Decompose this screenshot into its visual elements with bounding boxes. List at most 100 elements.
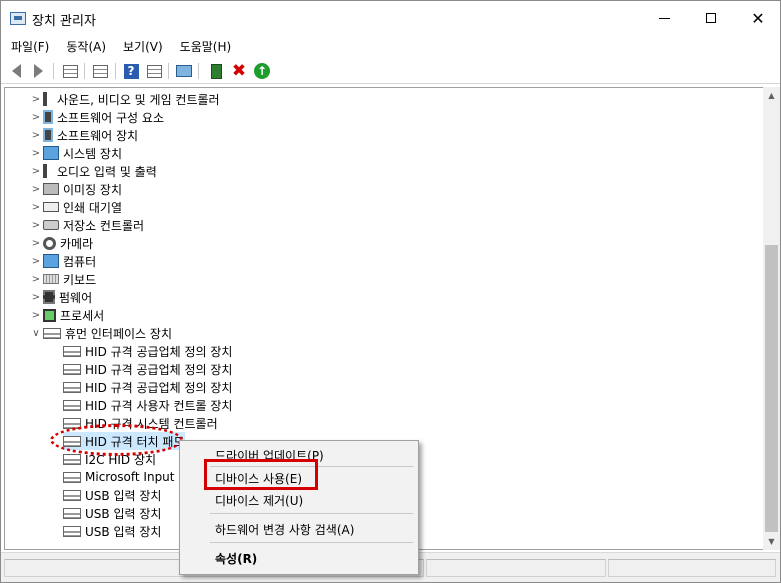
device-label: Microsoft Input C: [85, 470, 187, 484]
category-label: 휴먼 인터페이스 장치: [65, 326, 172, 341]
chevron-right-icon[interactable]: >: [29, 112, 43, 123]
menu-uninstall-device[interactable]: 디바이스 제거(U): [215, 492, 303, 509]
tree-category[interactable]: > 소프트웨어 구성 요소: [29, 108, 164, 126]
category-label: 인쇄 대기열: [63, 200, 123, 215]
tree-device[interactable]: HID 규격 공급업체 정의 장치: [63, 378, 232, 396]
tree-category[interactable]: > 이미징 장치: [29, 180, 122, 198]
menu-help[interactable]: 도움말(H): [170, 35, 239, 57]
hid-icon: [63, 507, 81, 519]
computer-icon: [43, 254, 59, 268]
chevron-right-icon[interactable]: >: [29, 184, 43, 195]
tree-category[interactable]: > 컴퓨터: [29, 252, 96, 270]
tree-device[interactable]: USB 입력 장치: [63, 522, 161, 540]
device-manager-window: 장치 관리자 ✕ 파일(F) 동작(A) 보기(V) 도움말(H) ? ✖ ↑ …: [0, 0, 781, 583]
status-segment: [426, 559, 606, 577]
close-icon: ✕: [751, 8, 765, 28]
hid-icon: [63, 363, 81, 375]
properties-button[interactable]: [61, 62, 79, 80]
uninstall-button[interactable]: ✖: [230, 62, 248, 80]
tree-category[interactable]: > 소프트웨어 장치: [29, 126, 138, 144]
hid-icon: [63, 399, 81, 411]
storage-controller-icon: [43, 220, 59, 230]
menu-scan-hardware[interactable]: 하드웨어 변경 사항 검색(A): [215, 521, 354, 538]
maximize-button[interactable]: [688, 1, 734, 35]
menu-properties[interactable]: 속성(R): [215, 550, 257, 567]
keyboard-icon: [43, 274, 59, 284]
close-button[interactable]: ✕: [735, 1, 781, 35]
chevron-right-icon[interactable]: >: [29, 166, 43, 177]
view-button[interactable]: [145, 62, 163, 80]
tree-category[interactable]: > 오디오 입력 및 출력: [29, 162, 157, 180]
hid-icon: [63, 489, 81, 501]
enable-icon: ↑: [254, 63, 270, 79]
scroll-down-icon[interactable]: ▼: [763, 533, 780, 550]
help-button[interactable]: ?: [122, 62, 140, 80]
highlight-ellipse: [50, 424, 183, 456]
forward-icon: [33, 64, 43, 78]
show-hidden-button[interactable]: [91, 62, 109, 80]
tree-category[interactable]: > 시스템 장치: [29, 144, 122, 162]
category-label: 카메라: [60, 236, 94, 251]
tree-category[interactable]: > 사운드, 비디오 및 게임 컨트롤러: [29, 90, 220, 108]
tree-device[interactable]: USB 입력 장치: [63, 504, 161, 522]
hid-icon: [43, 327, 61, 339]
chevron-right-icon[interactable]: >: [29, 130, 43, 141]
show-hidden-icon: [92, 64, 108, 78]
tree-category[interactable]: > 펌웨어: [29, 288, 92, 306]
tree-device[interactable]: HID 규격 공급업체 정의 장치: [63, 360, 232, 378]
menu-action[interactable]: 동작(A): [56, 35, 113, 57]
tree-device[interactable]: USB 입력 장치: [63, 486, 161, 504]
update-driver-button[interactable]: [207, 62, 225, 80]
back-button[interactable]: [7, 62, 25, 80]
device-label: USB 입력 장치: [85, 506, 162, 521]
menu-file[interactable]: 파일(F): [1, 35, 56, 57]
speaker-icon: [43, 92, 53, 106]
category-label: 소프트웨어 구성 요소: [57, 110, 164, 125]
category-label: 저장소 컨트롤러: [63, 218, 145, 233]
scrollbar-thumb[interactable]: [765, 245, 778, 532]
scan-button[interactable]: [175, 62, 193, 80]
tree-category[interactable]: > 프로세서: [29, 306, 104, 324]
tree-category[interactable]: > 키보드: [29, 270, 96, 288]
device-label: HID 규격 공급업체 정의 장치: [85, 344, 233, 359]
hid-icon: [63, 471, 81, 483]
tree-category-expanded[interactable]: ∨ 휴먼 인터페이스 장치: [29, 324, 172, 342]
chevron-right-icon[interactable]: >: [29, 292, 43, 303]
chevron-right-icon[interactable]: >: [29, 94, 43, 105]
minimize-button[interactable]: [641, 1, 687, 35]
tree-category[interactable]: > 저장소 컨트롤러: [29, 216, 144, 234]
processor-icon: [43, 308, 56, 322]
imaging-device-icon: [43, 183, 59, 195]
back-icon: [11, 64, 21, 78]
category-label: 이미징 장치: [63, 182, 123, 197]
category-label: 사운드, 비디오 및 게임 컨트롤러: [57, 92, 220, 107]
category-label: 소프트웨어 장치: [57, 128, 139, 143]
tree-device[interactable]: HID 규격 공급업체 정의 장치: [63, 342, 232, 360]
tree-category[interactable]: > 인쇄 대기열: [29, 198, 122, 216]
chevron-right-icon[interactable]: >: [29, 238, 43, 249]
enable-button[interactable]: ↑: [253, 62, 271, 80]
toolbar-separator: [198, 63, 199, 79]
chevron-right-icon[interactable]: >: [29, 220, 43, 231]
scan-monitor-icon: [176, 65, 192, 77]
chevron-right-icon[interactable]: >: [29, 148, 43, 159]
tree-device[interactable]: Microsoft Input C: [63, 468, 187, 486]
chevron-right-icon[interactable]: >: [29, 202, 43, 213]
tree-device[interactable]: HID 규격 사용자 컨트롤 장치: [63, 396, 232, 414]
vertical-scrollbar[interactable]: ▲ ▼: [763, 87, 780, 550]
hid-icon: [63, 525, 81, 537]
chevron-right-icon[interactable]: >: [29, 310, 43, 321]
chevron-right-icon[interactable]: >: [29, 274, 43, 285]
menu-view[interactable]: 보기(V): [113, 35, 170, 57]
scroll-up-icon[interactable]: ▲: [763, 87, 780, 104]
title-bar: 장치 관리자 ✕: [1, 1, 780, 35]
update-driver-icon: [210, 63, 222, 79]
tree-category[interactable]: > 카메라: [29, 234, 93, 252]
device-label: HID 규격 공급업체 정의 장치: [85, 380, 233, 395]
chevron-down-icon[interactable]: ∨: [29, 328, 43, 339]
device-label: HID 규격 사용자 컨트롤 장치: [85, 398, 233, 413]
forward-button[interactable]: [29, 62, 47, 80]
help-icon: ?: [123, 63, 139, 79]
chevron-right-icon[interactable]: >: [29, 256, 43, 267]
category-label: 프로세서: [60, 308, 105, 323]
